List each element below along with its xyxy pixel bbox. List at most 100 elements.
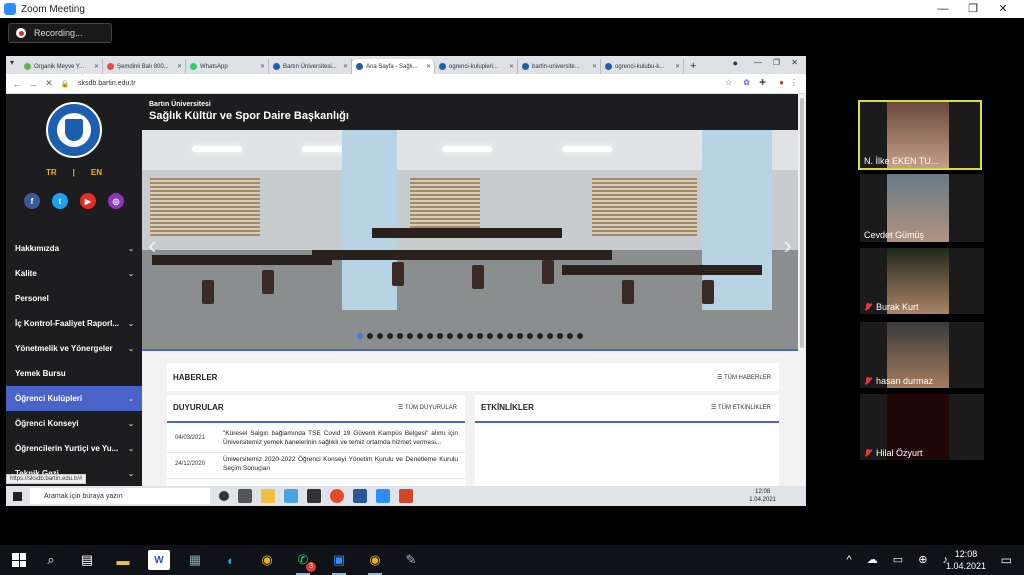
sidebar-menu-item[interactable]: Hakkımızda ⌄ — [6, 236, 142, 261]
slider-dot[interactable] — [517, 333, 523, 339]
chrome-icon[interactable] — [330, 489, 344, 503]
slider-prev-icon[interactable]: ‹ — [148, 230, 157, 261]
browser-tab[interactable]: WhatsApp ✕ — [186, 59, 269, 74]
slider-dot[interactable] — [377, 333, 383, 339]
slider-dot[interactable] — [437, 333, 443, 339]
tab-close-icon[interactable]: ✕ — [343, 63, 348, 70]
calculator-icon[interactable]: ▦ — [184, 550, 206, 570]
all-events-link[interactable]: ☰ TÜM ETKİNLİKLER — [711, 404, 771, 411]
chrome-icon-2[interactable]: ◉ — [364, 550, 386, 575]
menu-kebab-icon[interactable]: ⋮ — [790, 78, 798, 87]
image-slider[interactable]: ‹ › — [142, 130, 798, 350]
forward-icon[interactable]: → — [28, 79, 38, 89]
slider-dot[interactable] — [577, 333, 583, 339]
maximize-button[interactable]: ❐ — [958, 0, 988, 18]
zoom-icon[interactable] — [376, 489, 390, 503]
tab-close-icon[interactable]: ✕ — [260, 63, 265, 70]
slider-dot[interactable] — [367, 333, 373, 339]
tab-close-icon[interactable]: ✕ — [675, 63, 680, 70]
slider-dot[interactable] — [567, 333, 573, 339]
slider-dot[interactable] — [527, 333, 533, 339]
lang-tr-link[interactable]: TR — [46, 168, 57, 177]
task-view-icon[interactable] — [238, 489, 252, 503]
instagram-icon[interactable]: ◎ — [108, 193, 124, 209]
browser-tab[interactable]: Organik Meyve Y... ✕ — [20, 59, 103, 74]
participant-tile[interactable]: N. İlke EKEN TU... — [858, 100, 982, 170]
task-view-icon[interactable]: ▤ — [76, 550, 98, 570]
slider-next-icon[interactable]: › — [783, 230, 792, 261]
sidebar-menu-item[interactable]: Personel — [6, 286, 142, 311]
extensions-puzzle-icon[interactable]: ✚ — [759, 78, 766, 87]
university-seal-logo[interactable] — [46, 102, 102, 158]
browser-tab[interactable]: ogrenci-kulupleri... ✕ — [435, 59, 518, 74]
sidebar-menu-item[interactable]: İç Kontrol-Faaliyet Raporl... ⌄ — [6, 311, 142, 336]
file-explorer-icon[interactable] — [261, 489, 275, 503]
new-tab-icon[interactable]: + — [690, 60, 696, 72]
sidebar-menu-item[interactable]: Öğrencilerin Yurtiçi ve Yu... ⌄ — [6, 436, 142, 461]
tab-close-icon[interactable]: ✕ — [592, 63, 597, 70]
recording-indicator[interactable]: Recording... — [8, 23, 112, 43]
powerpoint-icon[interactable] — [399, 489, 413, 503]
all-announcements-link[interactable]: ☰ TÜM DUYURULAR — [398, 404, 457, 411]
twitter-icon[interactable]: t — [52, 193, 68, 209]
slider-dot[interactable] — [387, 333, 393, 339]
page-scrollbar[interactable] — [798, 94, 806, 486]
url-field[interactable]: sksdb.bartin.edu.tr — [78, 80, 136, 87]
slider-dot[interactable] — [507, 333, 513, 339]
whatsapp-icon[interactable]: ✆ 3 — [292, 550, 316, 575]
chrome-icon[interactable]: ◉ — [256, 550, 278, 570]
taskbar-clock[interactable]: 12:08 1.04.2021 — [946, 548, 986, 572]
store-icon[interactable] — [307, 489, 321, 503]
sidebar-menu-item[interactable]: Yönetmelik ve Yönergeler ⌄ — [6, 336, 142, 361]
slider-dot[interactable] — [397, 333, 403, 339]
profile-avatar-icon[interactable]: ● — [779, 78, 784, 87]
window-minimize-icon[interactable]: — — [754, 58, 762, 67]
browser-tab[interactable]: Ana Sayfa - Sağlı... ✕ — [352, 59, 435, 74]
cortana-icon[interactable] — [219, 491, 229, 501]
slider-dot[interactable] — [487, 333, 493, 339]
back-icon[interactable]: ← — [12, 79, 22, 89]
slider-dot[interactable] — [357, 333, 363, 339]
slider-dot[interactable] — [467, 333, 473, 339]
site-info-icon[interactable]: 🔒 — [60, 80, 70, 88]
sidebar-menu-item[interactable]: Öğrenci Kulüpleri ⌄ — [6, 386, 142, 411]
windows-start-icon[interactable] — [12, 553, 26, 567]
participant-tile[interactable]: Hilal Özyurt — [860, 394, 984, 460]
tab-close-icon[interactable]: ✕ — [94, 63, 99, 70]
system-tray[interactable]: ^ ☁ ▭ ⊕ ♪ — [847, 553, 955, 566]
youtube-icon[interactable]: ▶ — [80, 193, 96, 209]
slider-dot[interactable] — [497, 333, 503, 339]
tab-search-icon[interactable]: ▾ — [10, 58, 14, 67]
extension-icon[interactable]: ✿ — [743, 78, 750, 87]
file-explorer-icon[interactable]: ▬ — [112, 550, 134, 570]
close-button[interactable]: ✕ — [988, 0, 1018, 18]
slider-dot[interactable] — [537, 333, 543, 339]
tab-close-icon[interactable]: ✕ — [426, 63, 431, 70]
slider-dot[interactable] — [477, 333, 483, 339]
zoom-icon[interactable]: ▣ — [328, 550, 350, 575]
slider-dot[interactable] — [457, 333, 463, 339]
sidebar-menu-item[interactable]: Kalite ⌄ — [6, 261, 142, 286]
participant-tile[interactable]: Cevdet Gümüş — [860, 174, 984, 242]
lang-en-link[interactable]: EN — [91, 168, 102, 177]
slider-dot[interactable] — [447, 333, 453, 339]
slider-dot[interactable] — [427, 333, 433, 339]
browser-tab[interactable]: ogrenci-kulubu-k... ✕ — [601, 59, 684, 74]
participant-tile[interactable]: Burak Kurt — [860, 248, 984, 314]
tab-close-icon[interactable]: ✕ — [509, 63, 514, 70]
edge-icon[interactable]: ◐ — [220, 550, 242, 570]
word-icon[interactable] — [353, 489, 367, 503]
participant-tile[interactable]: hasan durmaz — [860, 322, 984, 388]
slider-dot[interactable] — [557, 333, 563, 339]
start-icon[interactable] — [13, 491, 22, 501]
facebook-icon[interactable]: f — [24, 193, 40, 209]
list-item[interactable]: 04/03/2021 "Küresel Salgın bağlamında TS… — [167, 427, 465, 453]
window-restore-icon[interactable]: ❐ — [773, 58, 780, 67]
slider-dot[interactable] — [547, 333, 553, 339]
browser-tab[interactable]: bartin-universite... ✕ — [518, 59, 601, 74]
browser-tab[interactable]: Bartın Üniversitesi... ✕ — [269, 59, 352, 74]
window-close-icon[interactable]: ✕ — [791, 58, 798, 67]
search-icon[interactable]: ⌕ — [40, 550, 62, 570]
record-dot-icon[interactable]: ● — [733, 58, 738, 68]
minimize-button[interactable]: — — [928, 0, 958, 18]
